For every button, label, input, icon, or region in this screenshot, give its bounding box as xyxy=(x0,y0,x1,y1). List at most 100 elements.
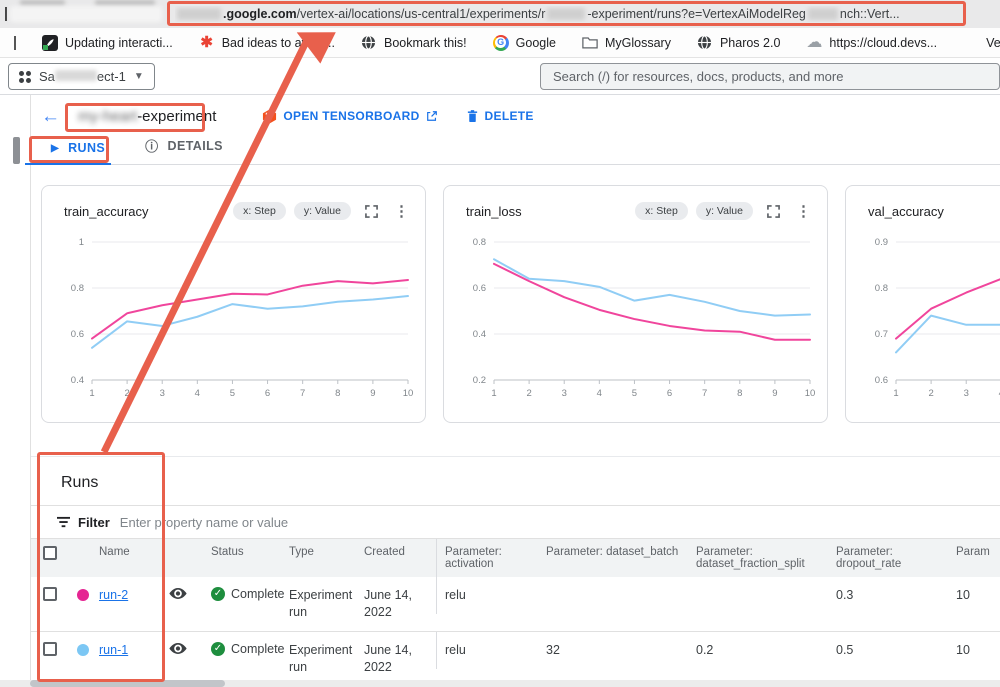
svg-text:0.9: 0.9 xyxy=(875,237,888,248)
svg-text:10: 10 xyxy=(805,388,816,399)
kebab-menu-icon[interactable]: ⋮ xyxy=(796,204,811,219)
bookmark-item[interactable]: ✱ Bad ideas to avoid... xyxy=(199,35,335,51)
bookmark-item[interactable]: Updating interacti... xyxy=(42,35,173,51)
svg-text:3: 3 xyxy=(964,388,969,399)
active-tab-underline xyxy=(25,163,111,166)
bookmark-label: Google xyxy=(516,36,556,50)
table-header-cell: Status xyxy=(211,539,289,565)
svg-text:8: 8 xyxy=(737,388,742,399)
chart-card-val-accuracy: val_accuracyx: Stepy: Value⋮ 0.60.70.80.… xyxy=(845,185,1000,423)
tab-runs[interactable]: ▶ RUNS xyxy=(41,141,123,164)
tensorboard-icon xyxy=(262,109,277,124)
row-checkbox[interactable] xyxy=(43,587,57,601)
play-icon: ▶ xyxy=(51,143,59,154)
globe-icon xyxy=(697,35,713,51)
svg-text:0.7: 0.7 xyxy=(875,329,888,340)
run-color-dot xyxy=(77,589,89,601)
bookmark-item[interactable]: Bookmark this! xyxy=(361,35,467,51)
svg-text:2: 2 xyxy=(124,388,129,399)
clipped-bookmark-icon xyxy=(14,36,16,50)
line-chart: 0.60.70.80.912345678910 xyxy=(846,230,1000,408)
table-header-cell: Parameter: dropout_rate xyxy=(836,539,956,577)
bookmark-label: Bookmark this! xyxy=(384,36,467,50)
svg-text:2: 2 xyxy=(526,388,531,399)
check-icon: ✓ xyxy=(211,587,225,601)
run-created-cell: June 14, 2022 xyxy=(364,632,436,686)
tab-details[interactable]: ⓘ DETAILS xyxy=(135,136,241,164)
bookmark-label: Vendor Portal xyxy=(986,36,1000,50)
table-header-cell: Parameter: dataset_batch xyxy=(546,539,696,565)
param-cell: 10 xyxy=(956,632,1000,669)
run-created-cell: June 14, 2022 xyxy=(364,577,436,631)
table-header-cell: Parameter: activation xyxy=(436,539,546,577)
eye-icon xyxy=(169,587,187,600)
svg-text:9: 9 xyxy=(772,388,777,399)
table-row: run-1✓CompleteExperiment runJune 14, 202… xyxy=(31,631,1000,686)
run-name-cell: run-2 xyxy=(99,577,169,614)
row-checkbox-cell xyxy=(31,577,77,611)
param-cell: 0.2 xyxy=(696,632,836,669)
grid-icon xyxy=(963,35,979,51)
project-selector[interactable]: Saect-1 ▼ xyxy=(8,63,155,90)
feather-icon xyxy=(42,35,58,51)
bookmark-label: Bad ideas to avoid... xyxy=(222,36,335,50)
axis-chip[interactable]: y: Value xyxy=(696,202,753,220)
fullscreen-icon[interactable] xyxy=(365,205,378,218)
search-input[interactable]: Search (/) for resources, docs, products… xyxy=(540,63,1000,90)
param-cell: relu xyxy=(436,632,546,669)
row-checkbox[interactable] xyxy=(43,642,57,656)
url-text[interactable]: .google.com/vertex-ai/locations/us-centr… xyxy=(175,6,965,22)
axis-chip[interactable]: x: Step xyxy=(635,202,688,220)
url-segment: r xyxy=(541,7,545,21)
filter-input[interactable]: Enter property name or value xyxy=(120,515,1000,530)
run-name-link[interactable]: run-1 xyxy=(99,643,128,657)
status-badge: ✓Complete xyxy=(211,632,289,666)
series-line-run-1 xyxy=(92,296,408,348)
axis-chip[interactable]: x: Step xyxy=(233,202,286,220)
url-redacted-segment xyxy=(808,8,838,20)
fullscreen-icon[interactable] xyxy=(767,205,780,218)
run-color-cell xyxy=(77,577,99,614)
knot-icon: ✱ xyxy=(199,35,215,51)
table-header-cell xyxy=(169,539,211,553)
svg-text:0.8: 0.8 xyxy=(473,237,486,248)
eye-icon xyxy=(169,642,187,655)
param-cell: 10 xyxy=(956,577,1000,614)
filter-row: Filter Enter property name or value xyxy=(31,506,1000,539)
scrollbar-thumb[interactable] xyxy=(30,680,225,687)
run-name-link[interactable]: run-2 xyxy=(99,588,128,602)
back-arrow-icon[interactable]: ← xyxy=(41,107,60,126)
svg-text:10: 10 xyxy=(403,388,414,399)
bookmark-item[interactable]: ☁https://cloud.devs... xyxy=(806,35,937,51)
horizontal-scrollbar[interactable] xyxy=(0,680,1000,687)
external-link-icon xyxy=(426,110,438,122)
url-segment: nch::Vert... xyxy=(840,7,900,21)
browser-address-bar[interactable]: .google.com/vertex-ai/locations/us-centr… xyxy=(0,0,1000,28)
kebab-menu-icon[interactable]: ⋮ xyxy=(394,204,409,219)
bookmark-item[interactable]: Pharos 2.0 xyxy=(697,35,780,51)
trash-icon xyxy=(466,109,479,123)
open-tensorboard-button[interactable]: OPEN TENSORBOARD xyxy=(262,109,437,124)
svg-text:0.8: 0.8 xyxy=(71,283,84,294)
svg-text:5: 5 xyxy=(632,388,637,399)
axis-chip[interactable]: y: Value xyxy=(294,202,351,220)
main-content: ← my-heart-experiment OPEN TENSORBOARD D… xyxy=(30,95,1000,680)
series-line-run-2 xyxy=(494,264,810,340)
url-redacted-segment xyxy=(547,8,585,20)
visibility-toggle[interactable] xyxy=(169,577,211,610)
bookmark-item[interactable]: Google xyxy=(493,35,556,51)
series-line-run-2 xyxy=(896,267,1000,338)
bookmark-item[interactable]: MyGlossary xyxy=(582,35,671,51)
scroll-indicator[interactable] xyxy=(13,137,20,164)
run-color-dot xyxy=(77,644,89,656)
line-chart: 0.40.60.8112345678910 xyxy=(42,230,417,408)
svg-text:6: 6 xyxy=(667,388,672,399)
bookmarks-bar: Updating interacti... ✱ Bad ideas to avoid… xyxy=(0,28,1000,58)
chart-title: train_accuracy xyxy=(64,204,233,219)
delete-button[interactable]: DELETE xyxy=(466,109,534,123)
google-g-icon xyxy=(493,35,509,51)
series-line-run-2 xyxy=(92,280,408,339)
bookmark-item[interactable]: Vendor Portal xyxy=(963,35,1000,51)
visibility-toggle[interactable] xyxy=(169,632,211,665)
select-all-checkbox[interactable] xyxy=(43,546,57,560)
